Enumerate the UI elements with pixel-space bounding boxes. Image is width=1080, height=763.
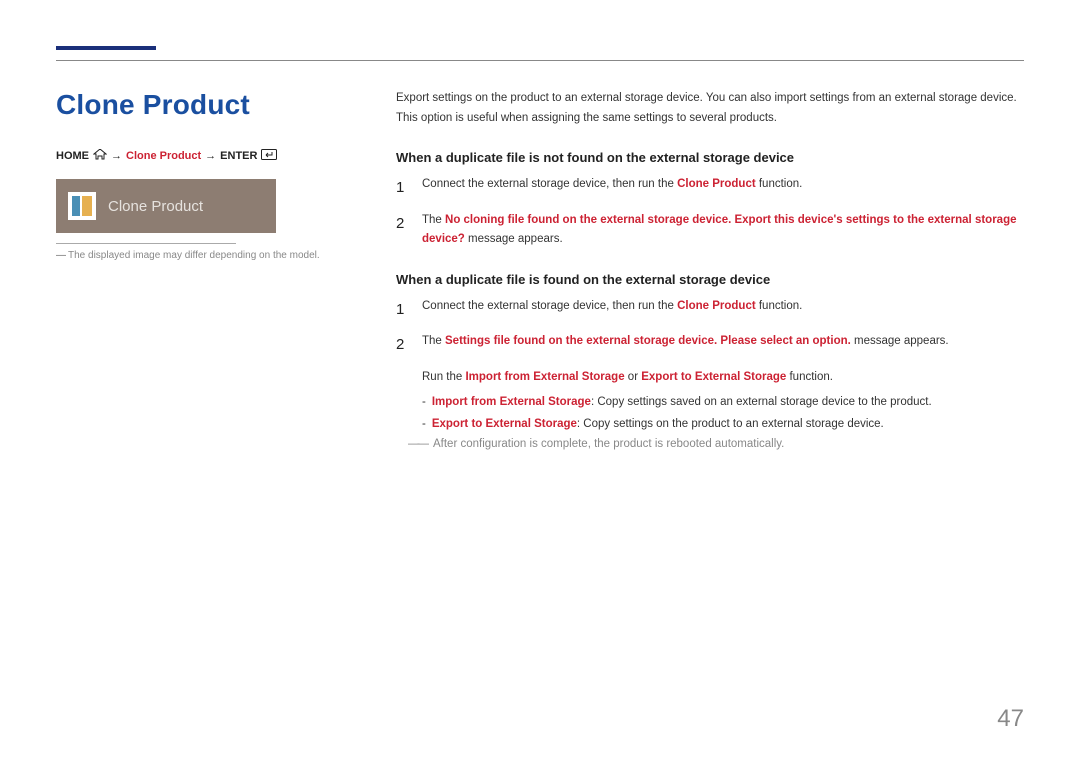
export-keyword: Export to External Storage [641,371,786,383]
import-keyword: Import from External Storage [465,371,624,383]
reboot-note: ―― After configuration is complete, the … [408,438,1024,450]
clone-product-keyword: Clone Product [677,178,756,190]
step-body: The No cloning file found on the externa… [422,211,1024,250]
dash-icon: - [422,415,426,435]
section-a-heading: When a duplicate file is not found on th… [396,150,1024,165]
run-instruction: Run the Import from External Storage or … [422,368,1024,388]
section-a-steps: 1 Connect the external storage device, t… [396,175,1024,250]
reboot-note-text: After configuration is complete, the pro… [433,438,784,450]
image-disclaimer-text: The displayed image may differ depending… [68,250,320,261]
content-columns: Clone Product HOME → Clone Product → ENT… [56,89,1024,450]
import-label: Import from External Storage [432,396,591,408]
step-number: 2 [396,211,408,250]
breadcrumb-enter: ENTER [220,150,257,162]
step-body: The Settings file found on the external … [422,332,1024,358]
export-label: Export to External Storage [432,418,577,430]
settings-file-found-message: Settings file found on the external stor… [445,335,851,347]
section-a-step-1: 1 Connect the external storage device, t… [396,175,1024,201]
top-divider [56,60,1024,61]
step-number: 1 [396,175,408,201]
section-b-heading: When a duplicate file is found on the ex… [396,272,1024,287]
step-body: Connect the external storage device, the… [422,297,1024,323]
step-body: Connect the external storage device, the… [422,175,1024,201]
breadcrumb-arrow-2: → [205,150,216,162]
intro-line-2: This option is useful when assigning the… [396,109,1024,129]
page-number: 47 [997,705,1024,733]
bullet-import: - Import from External Storage: Copy set… [422,393,1024,413]
breadcrumb-home: HOME [56,150,89,162]
intro-line-1: Export settings on the product to an ext… [396,89,1024,109]
step-number: 2 [396,332,408,358]
clone-product-icon [68,192,96,220]
breadcrumb-arrow-1: → [111,150,122,162]
banner-label: Clone Product [108,198,203,215]
intro-text: Export settings on the product to an ext… [396,89,1024,128]
left-divider [56,243,236,244]
dash-icon: - [422,393,426,413]
image-disclaimer: ―The displayed image may differ dependin… [56,250,336,261]
section-b-steps: 1 Connect the external storage device, t… [396,297,1024,358]
left-column: Clone Product HOME → Clone Product → ENT… [56,89,336,450]
breadcrumb-clone-product: Clone Product [126,150,201,162]
clone-product-banner: Clone Product [56,179,276,233]
section-b-step-2: 2 The Settings file found on the externa… [396,332,1024,358]
page-title: Clone Product [56,89,336,121]
home-icon [93,149,107,163]
section-a-step-2: 2 The No cloning file found on the exter… [396,211,1024,250]
section-b-step-1: 1 Connect the external storage device, t… [396,297,1024,323]
page: Clone Product HOME → Clone Product → ENT… [0,0,1080,450]
clone-product-keyword: Clone Product [677,300,756,312]
right-column: Export settings on the product to an ext… [396,89,1024,450]
breadcrumb: HOME → Clone Product → ENTER [56,149,336,163]
step-number: 1 [396,297,408,323]
bullet-export: - Export to External Storage: Copy setti… [422,415,1024,435]
enter-icon [261,149,277,163]
